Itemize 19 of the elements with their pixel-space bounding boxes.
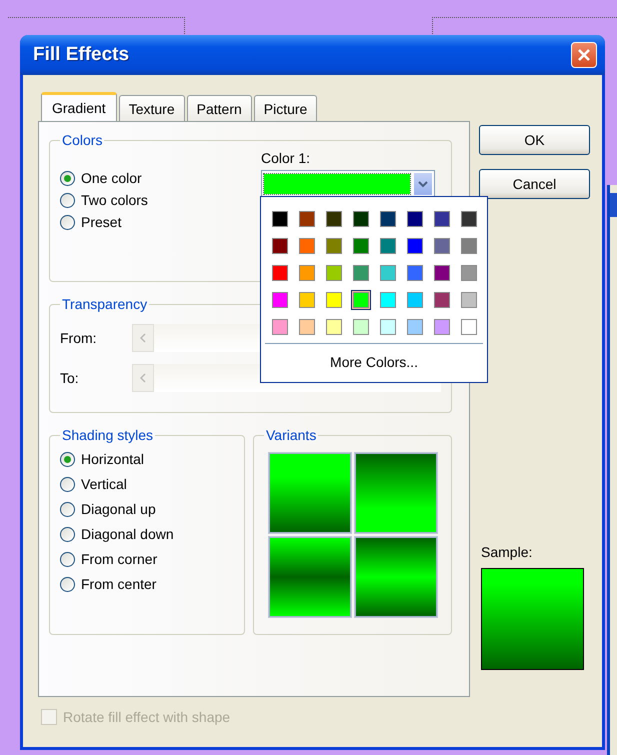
radio-label: From corner [81, 551, 158, 567]
radio-label: From center [81, 576, 156, 592]
radio-label: Two colors [81, 192, 148, 208]
sample-label: Sample: [481, 544, 534, 560]
group-title: Variants [265, 427, 318, 443]
window-title: Fill Effects [33, 44, 130, 66]
field-label: Color 1: [261, 150, 312, 166]
slider-label: From: [60, 330, 98, 346]
group-title: Colors [61, 132, 104, 148]
radio-label: Vertical [81, 476, 127, 492]
group-title: Transparency [61, 296, 148, 312]
radio-label: Diagonal up [81, 501, 156, 517]
radio-label: Horizontal [81, 451, 144, 467]
radio-label: One color [81, 170, 142, 186]
radio-label: Preset [81, 214, 122, 230]
checkbox-label: Rotate fill effect with shape [63, 709, 230, 725]
slider-label: To: [60, 370, 80, 386]
group-title: Shading styles [61, 427, 154, 443]
radio-label: Diagonal down [81, 526, 174, 542]
